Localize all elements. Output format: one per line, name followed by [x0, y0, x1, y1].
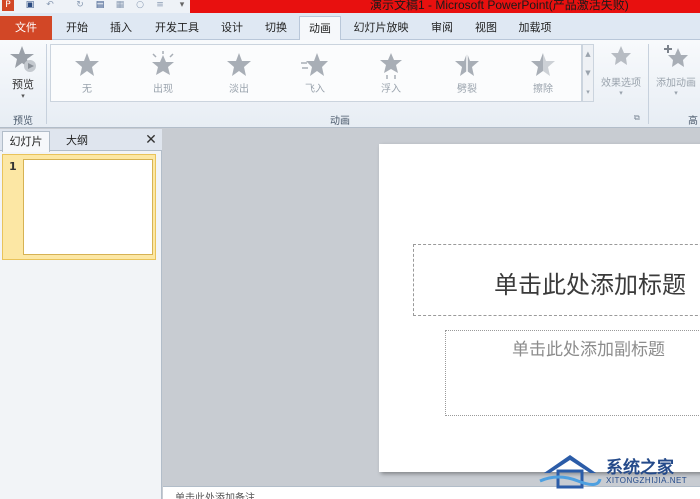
tab-home[interactable]: 开始 [57, 16, 97, 40]
title-placeholder[interactable]: 单击此处添加标题 [494, 265, 686, 300]
slide-editing-area: 单击此处添加标题 单击此处添加副标题 [163, 129, 700, 499]
close-icon[interactable]: ✕ [144, 131, 158, 149]
undo-icon[interactable]: ↶ [44, 0, 56, 11]
animation-label: 淡出 [229, 84, 249, 95]
preview-label: 预览 [12, 78, 34, 91]
chevron-down-icon: ▾ [619, 89, 623, 97]
title-bar: P ▣ ↶ ↻ ▤ ▦ ○ ≡ ▾ 演示文稿1 - Microsoft Powe… [0, 0, 700, 13]
window-title: 演示文稿1 - Microsoft PowerPoint(产品激活失败) [370, 0, 629, 12]
print-icon[interactable]: ▦ [114, 0, 126, 11]
tab-slide-show[interactable]: 幻灯片放映 [345, 16, 417, 40]
dialog-launcher-icon[interactable]: ⧉ [634, 113, 640, 123]
tab-review[interactable]: 审阅 [422, 16, 462, 40]
animation-label: 浮入 [381, 84, 401, 95]
scroll-down-icon[interactable]: ▼ [583, 64, 593, 83]
effect-options-icon [611, 46, 631, 65]
house-logo-icon [539, 455, 602, 489]
animation-label: 无 [82, 84, 92, 95]
slide-canvas[interactable]: 单击此处添加标题 单击此处添加副标题 [379, 144, 700, 472]
animation-float-in[interactable]: 浮入 [359, 49, 423, 99]
animation-fade[interactable]: 淡出 [207, 49, 271, 99]
new-slide-icon[interactable]: ○ [134, 0, 146, 11]
add-animation-button[interactable]: 添加动画 ▾ [652, 44, 700, 108]
star-appear-icon [152, 51, 174, 75]
tab-outline[interactable]: 大纲 [54, 131, 100, 151]
gallery-scrollbar[interactable]: ▲ ▼ ▾ [582, 44, 594, 102]
pane-tabs: 幻灯片 大纲 ✕ [0, 129, 162, 152]
quick-access-toolbar: P ▣ ↶ ↻ ▤ ▦ ○ ≡ ▾ [0, 0, 200, 13]
effect-options-label: 效果选项 [601, 78, 641, 89]
animation-split[interactable]: 劈裂 [435, 49, 499, 99]
tab-developer[interactable]: 开发工具 [145, 16, 209, 40]
chevron-down-icon: ▾ [674, 89, 678, 97]
star-split-icon [455, 53, 479, 77]
animation-gallery: 无 出现 淡出 飞入 浮入 劈裂 擦除 [50, 44, 582, 102]
group-divider [46, 44, 47, 124]
gallery-more-icon[interactable]: ▾ [583, 83, 593, 102]
preview-dropdown-icon[interactable]: ▾ [4, 92, 42, 100]
subtitle-placeholder-box[interactable]: 单击此处添加副标题 [445, 330, 700, 416]
star-fade-icon [227, 53, 251, 76]
save-icon[interactable]: ▣ [24, 0, 36, 11]
ribbon-animations: 预览 ▾ 预览 无 出现 淡出 飞入 浮入 劈裂 擦除 ▲ ▼ ▾ 效果选项 ▾… [0, 40, 700, 128]
group-label-preview: 预览 [13, 116, 33, 127]
animation-label: 擦除 [533, 84, 553, 95]
customize-qat-icon[interactable]: ≡ [154, 0, 166, 11]
tab-animations[interactable]: 动画 [299, 16, 341, 41]
group-divider [648, 44, 649, 124]
tab-view[interactable]: 视图 [466, 16, 506, 40]
title-placeholder-box[interactable]: 单击此处添加标题 [413, 244, 700, 316]
animation-label: 劈裂 [457, 84, 477, 95]
tab-design[interactable]: 设计 [213, 16, 251, 40]
tab-slides[interactable]: 幻灯片 [2, 131, 50, 152]
animation-appear[interactable]: 出现 [131, 49, 195, 99]
preview-star-icon [10, 46, 36, 72]
slides-pane: 幻灯片 大纲 ✕ 1 [0, 129, 162, 499]
chevron-down-icon[interactable]: ▾ [176, 0, 188, 11]
animation-none[interactable]: 无 [55, 49, 119, 99]
group-label-advanced: 高 [688, 116, 698, 127]
tab-file[interactable]: 文件 [0, 16, 52, 40]
star-fly-in-icon [301, 53, 328, 76]
notes-placeholder[interactable]: 单击此处添加备注 [175, 489, 255, 499]
watermark-logo: 系统之家 XITONGZHIJIA.NET [538, 449, 698, 495]
preview-button[interactable]: 预览 ▾ [4, 44, 42, 108]
print-preview-icon[interactable]: ▤ [94, 0, 106, 11]
animation-wipe[interactable]: 擦除 [511, 49, 575, 99]
group-label-animations: 动画 [330, 116, 350, 127]
watermark-text: 系统之家 [606, 458, 674, 478]
star-icon [75, 53, 99, 76]
slide-thumbnail-selected[interactable]: 1 [2, 154, 156, 260]
effect-options-button[interactable]: 效果选项 ▾ [597, 44, 645, 108]
subtitle-placeholder[interactable]: 单击此处添加副标题 [512, 335, 665, 360]
powerpoint-logo-icon: P [2, 0, 14, 11]
animation-label: 出现 [153, 84, 173, 95]
ribbon-tab-row: 文件 开始 插入 开发工具 设计 切换 动画 幻灯片放映 审阅 视图 加载项 [0, 13, 700, 41]
star-wipe-icon [531, 51, 557, 79]
tab-add-ins[interactable]: 加载项 [510, 16, 560, 40]
add-animation-icon [664, 45, 688, 67]
redo-icon[interactable]: ↻ [74, 0, 86, 11]
slide-thumbnail[interactable] [23, 159, 153, 255]
animation-fly-in[interactable]: 飞入 [283, 49, 347, 99]
animation-label: 飞入 [305, 84, 325, 95]
tab-transitions[interactable]: 切换 [256, 16, 296, 40]
watermark-url: XITONGZHIJIA.NET [606, 476, 688, 485]
scroll-up-icon[interactable]: ▲ [583, 45, 593, 64]
star-float-in-icon [380, 53, 402, 79]
add-animation-label: 添加动画 [656, 78, 696, 89]
tab-insert[interactable]: 插入 [101, 16, 141, 40]
slide-number: 1 [9, 160, 17, 173]
